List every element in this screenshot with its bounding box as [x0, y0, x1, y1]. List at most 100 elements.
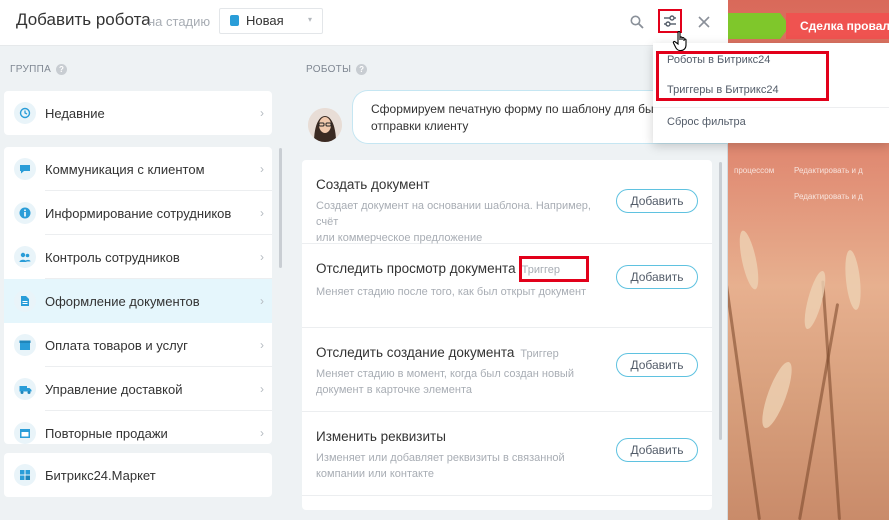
robots-caption-label: РОБОТЫ [306, 64, 352, 75]
robot-name: Изменить реквизиты [316, 429, 446, 444]
chevron-right-icon: › [260, 338, 264, 352]
chevron-down-icon: ▾ [308, 15, 313, 24]
calendar-icon [14, 422, 36, 444]
group-item-recent[interactable]: Недавние › [4, 91, 272, 135]
sliders-icon [664, 15, 676, 27]
add-robot-button[interactable]: Добавить [616, 438, 698, 462]
robot-name: Создать документ [316, 177, 430, 192]
recent-card: Недавние › [4, 91, 272, 135]
background-text: Редактировать и д [794, 192, 863, 201]
dropdown-divider [653, 107, 889, 108]
chevron-right-icon: › [260, 426, 264, 440]
stage-select-value: Новая [246, 13, 284, 28]
stage-label: на стадию [148, 14, 211, 29]
robot-description-line: компании или контакте [316, 468, 435, 480]
document-icon [14, 290, 36, 312]
robot-list: Создать документ Создает документ на осн… [302, 160, 712, 510]
robot-description-line: Создает документ на основании шаблона. Н… [316, 200, 591, 228]
truck-icon [14, 378, 36, 400]
robot-item: Создать документ Создает документ на осн… [302, 160, 712, 244]
close-button[interactable] [692, 10, 716, 34]
group-item-selected[interactable]: Оформление документов › [4, 279, 272, 323]
stage-color-dot [230, 15, 239, 26]
search-button[interactable] [625, 10, 649, 34]
robot-name-text: Отследить создание документа [316, 345, 515, 360]
robot-name-text: Создать документ [316, 177, 430, 192]
robot-description-line: Меняет стадию после того, как был открыт… [316, 286, 587, 298]
group-item[interactable]: Повторные продажи › [4, 411, 272, 444]
robot-description-line: документ в карточке элемента [316, 384, 472, 396]
market-card: Битрикс24.Маркет [4, 453, 272, 497]
robot-description: Меняет стадию в момент, когда был создан… [316, 366, 606, 398]
close-icon [698, 16, 710, 28]
help-icon[interactable]: ? [356, 64, 368, 75]
decor-plume [735, 229, 763, 291]
group-item-label: Битрикс24.Маркет [45, 467, 156, 483]
robot-name-text: Изменить реквизиты [316, 429, 446, 444]
chevron-right-icon: › [260, 162, 264, 176]
stage-arrow-green [728, 13, 790, 39]
assistant-avatar [308, 108, 342, 142]
chat-icon [14, 158, 36, 180]
decor-stalk [728, 262, 761, 520]
group-item-label: Контроль сотрудников [45, 249, 180, 265]
group-item-label: Повторные продажи [45, 425, 168, 441]
chevron-right-icon: › [260, 206, 264, 220]
group-item[interactable]: Контроль сотрудников › [4, 235, 272, 279]
stage-arrow-failed: Сделка провал [786, 13, 889, 39]
background-text: процессом [734, 166, 775, 175]
annotation-highlight [656, 51, 829, 101]
robot-list-scrollbar[interactable] [719, 162, 722, 440]
hand-cursor-icon [672, 30, 692, 57]
group-caption-label: ГРУППА [10, 64, 52, 75]
group-item-label: Управление доставкой [45, 381, 183, 397]
decor-stalk [821, 280, 841, 520]
robot-name-text: Отследить просмотр документа [316, 261, 516, 276]
background-text: Редактировать и д [794, 166, 863, 175]
help-icon[interactable]: ? [56, 64, 68, 75]
group-item-market[interactable]: Битрикс24.Маркет [4, 453, 272, 497]
panel-header: Добавить робота на стадию Новая ▾ [0, 0, 728, 46]
market-icon [14, 464, 36, 486]
page-title: Добавить робота [16, 10, 151, 29]
group-item-label: Коммуникация с клиентом [45, 161, 205, 177]
chevron-right-icon: › [260, 106, 264, 120]
group-item-label: Недавние [45, 105, 105, 121]
annotation-highlight [519, 256, 589, 282]
search-icon [630, 15, 644, 29]
robot-description: Создает документ на основании шаблона. Н… [316, 198, 606, 246]
group-list-scrollbar[interactable] [279, 148, 282, 268]
add-robot-button[interactable]: Добавить [616, 353, 698, 377]
group-item-label: Оформление документов [45, 293, 200, 309]
history-icon [14, 102, 36, 124]
robot-item: Отследить создание документа Триггер Меня… [302, 328, 712, 412]
add-robot-button[interactable]: Добавить [616, 189, 698, 213]
group-list: Коммуникация с клиентом › Информирование… [4, 147, 272, 444]
robot-description: Изменяет или добавляет реквизиты в связа… [316, 450, 606, 482]
decor-plume [842, 249, 864, 311]
chevron-right-icon: › [260, 382, 264, 396]
trigger-tag: Триггер [520, 348, 559, 360]
box-icon [14, 334, 36, 356]
robot-item: Изменить реквизиты Изменяет или добавляе… [302, 412, 712, 496]
chevron-right-icon: › [260, 294, 264, 308]
robots-caption: РОБОТЫ ? [306, 64, 368, 75]
robot-item: Отследить просмотр документа Триггер Меня… [302, 244, 712, 328]
group-item[interactable]: Управление доставкой › [4, 367, 272, 411]
group-item[interactable]: Информирование сотрудников › [4, 191, 272, 235]
stage-select[interactable]: Новая ▾ [219, 8, 323, 34]
add-robot-panel: Добавить робота на стадию Новая ▾ ГРУППА… [0, 0, 728, 520]
group-item[interactable]: Коммуникация с клиентом › [4, 147, 272, 191]
add-robot-button[interactable]: Добавить [616, 265, 698, 289]
group-item[interactable]: Оплата товаров и услуг › [4, 323, 272, 367]
group-item-label: Оплата товаров и услуг [45, 337, 188, 353]
info-icon [14, 202, 36, 224]
robot-description-line: Изменяет или добавляет реквизиты в связа… [316, 452, 565, 464]
decor-plume [756, 359, 798, 431]
group-item-label: Информирование сотрудников [45, 205, 232, 221]
filter-reset[interactable]: Сброс фильтра [667, 116, 746, 128]
robot-description: Меняет стадию после того, как был открыт… [316, 284, 606, 300]
chevron-right-icon: › [260, 250, 264, 264]
group-caption: ГРУППА ? [10, 64, 68, 75]
robot-description-line: Меняет стадию в момент, когда был создан… [316, 368, 574, 380]
